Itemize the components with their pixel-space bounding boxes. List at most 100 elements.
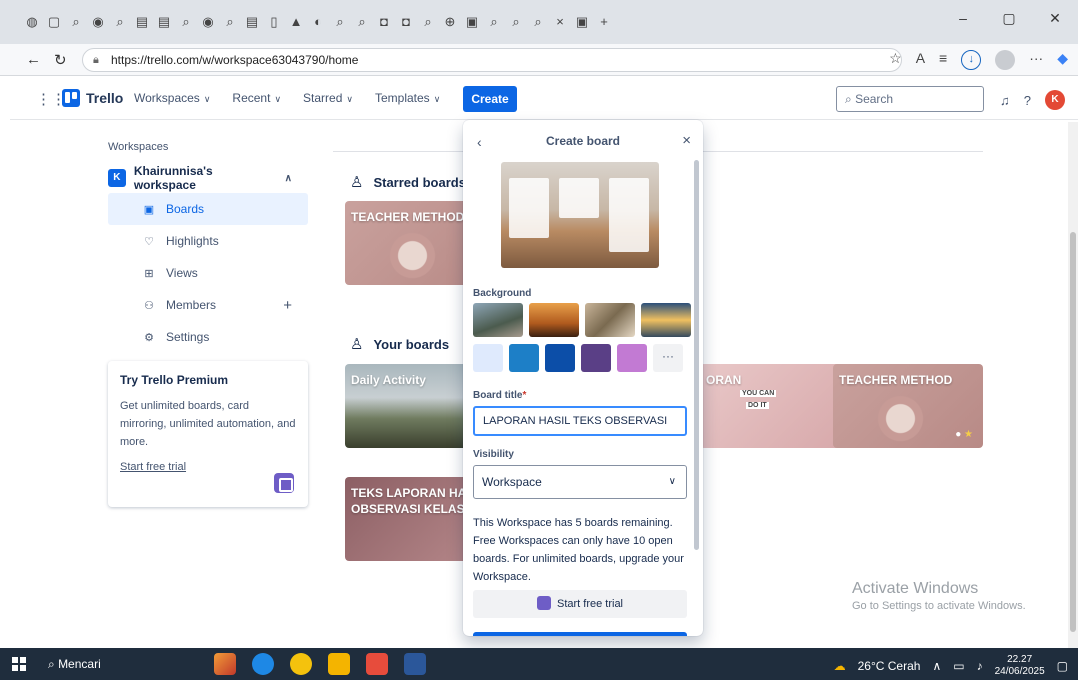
- board-tile-laporan[interactable]: ORAN YOU CAN DO IT: [700, 364, 850, 448]
- start-free-trial-link[interactable]: Start free trial: [120, 461, 296, 473]
- help-icon[interactable]: ?: [1024, 93, 1031, 108]
- back-icon[interactable]: ←: [26, 51, 41, 68]
- sidebar-item-highlights[interactable]: ♡ Highlights: [108, 225, 308, 257]
- background-color-option[interactable]: [545, 344, 575, 372]
- create-button[interactable]: Create: [463, 86, 517, 112]
- taskbar-search[interactable]: ⌕ Mencari: [48, 657, 101, 672]
- background-photo-option[interactable]: [473, 303, 523, 337]
- sidebar-item-views[interactable]: ⊞ Views: [108, 257, 308, 289]
- close-icon[interactable]: ×: [682, 132, 691, 149]
- notifications-icon[interactable]: ▢: [1057, 659, 1068, 673]
- tab-favicon-icon[interactable]: ⌕: [530, 14, 546, 30]
- url-field[interactable]: 🔒︎ https://trello.com/w/workspace6304379…: [82, 48, 902, 72]
- tab-favicon-icon[interactable]: ▲: [288, 14, 304, 30]
- office-icon[interactable]: [366, 653, 388, 675]
- tab-favicon-icon[interactable]: ▣: [574, 14, 590, 30]
- tab-favicon-icon[interactable]: ◘: [398, 14, 414, 30]
- tab-favicon-icon[interactable]: ⌕: [332, 14, 348, 30]
- new-tab-icon[interactable]: +: [596, 14, 612, 30]
- preview-list: [559, 178, 599, 218]
- background-color-option[interactable]: [617, 344, 647, 372]
- more-icon[interactable]: ···: [1029, 50, 1043, 70]
- avatar[interactable]: K: [1044, 90, 1065, 110]
- tab-favicon-icon[interactable]: ⌕: [420, 14, 436, 30]
- start-free-trial-button[interactable]: Start free trial: [473, 590, 687, 618]
- clock[interactable]: 22.27 24/06/2025: [995, 654, 1045, 678]
- file-explorer-icon[interactable]: [328, 653, 350, 675]
- tab-favicon-icon[interactable]: ◍: [24, 14, 40, 30]
- url-text: https://trello.com/w/workspace63043790/h…: [111, 53, 359, 67]
- word-icon[interactable]: [404, 653, 426, 675]
- battery-icon[interactable]: ▭: [953, 659, 964, 673]
- background-photo-option[interactable]: [641, 303, 691, 337]
- nav-workspaces[interactable]: Workspaces ∨: [134, 91, 210, 105]
- popover-scrollbar[interactable]: [694, 160, 699, 550]
- tab-favicon-icon[interactable]: ⌕: [354, 14, 370, 30]
- volume-icon[interactable]: ♪: [977, 659, 983, 673]
- page-scrollbar[interactable]: [1068, 122, 1078, 648]
- tab-favicon-icon[interactable]: ◘: [376, 14, 392, 30]
- tab-favicon-icon[interactable]: ▤: [134, 14, 150, 30]
- tab-favicon-icon[interactable]: ⌕: [178, 14, 194, 30]
- background-photo-option[interactable]: [529, 303, 579, 337]
- favorite-star-icon[interactable]: ☆: [889, 50, 902, 70]
- app-name: Trello: [86, 90, 124, 106]
- favorites-icon[interactable]: ≡: [939, 50, 947, 70]
- scrollbar-thumb[interactable]: [1070, 232, 1076, 632]
- nav-recent[interactable]: Recent ∨: [232, 91, 281, 105]
- tab-close-icon[interactable]: ×: [552, 14, 568, 30]
- nav-templates[interactable]: Templates ∨: [375, 91, 440, 105]
- sidebar-item-boards[interactable]: ▣ Boards: [108, 193, 308, 225]
- trello-logo[interactable]: Trello: [62, 89, 123, 107]
- tab-favicon-icon[interactable]: ⌕: [486, 14, 502, 30]
- tab-favicon-icon[interactable]: ⌕: [508, 14, 524, 30]
- minimize-icon[interactable]: –: [940, 10, 986, 27]
- tab-favicon-icon[interactable]: ⌕: [68, 14, 84, 30]
- tab-favicon-icon[interactable]: ⌕: [112, 14, 128, 30]
- maximize-icon[interactable]: ▢: [986, 10, 1032, 27]
- tab-favicon-icon[interactable]: ◉: [200, 14, 216, 30]
- add-member-icon[interactable]: +: [283, 297, 292, 314]
- chrome-icon[interactable]: [290, 653, 312, 675]
- tab-favicon-icon[interactable]: ▢: [46, 14, 62, 30]
- nav-starred[interactable]: Starred ∨: [303, 91, 353, 105]
- tab-favicon-icon[interactable]: ◐: [310, 14, 326, 30]
- address-bar-row: ← ↻ 🔒︎ https://trello.com/w/workspace630…: [0, 44, 1078, 76]
- sidebar-item-settings[interactable]: ⚙ Settings: [108, 321, 308, 353]
- read-aloud-icon[interactable]: A: [916, 50, 925, 70]
- windows-start-icon[interactable]: [12, 657, 26, 671]
- browser-tab-strip: ◍ ▢ ⌕ ◉ ⌕ ▤ ▤ ⌕ ◉ ⌕ ▤ ▯ ▲ ◐ ⌕ ⌕ ◘ ◘ ⌕ ⊕ …: [0, 0, 1078, 44]
- search-input[interactable]: ⌕ Search: [836, 86, 984, 112]
- download-icon[interactable]: ↓: [961, 50, 982, 70]
- background-color-option[interactable]: [509, 344, 539, 372]
- tab-favicon-icon[interactable]: ⌕: [222, 14, 238, 30]
- tray-chevron-icon[interactable]: ∧: [932, 659, 941, 673]
- taskbar-app-icon[interactable]: [214, 653, 236, 675]
- refresh-icon[interactable]: ↻: [54, 51, 67, 69]
- create-board-submit-button[interactable]: [473, 632, 687, 636]
- notifications-bell-icon[interactable]: ♫: [1000, 93, 1010, 108]
- close-window-icon[interactable]: ✕: [1032, 10, 1078, 27]
- tab-favicon-icon[interactable]: ◉: [90, 14, 106, 30]
- more-backgrounds-button[interactable]: ···: [653, 344, 683, 372]
- background-color-option[interactable]: [473, 344, 503, 372]
- tab-favicon-icon[interactable]: ▣: [464, 14, 480, 30]
- workspace-toggle[interactable]: K Khairunnisa's workspace ∧: [108, 163, 308, 193]
- profile-icon[interactable]: [995, 50, 1016, 70]
- board-title-input[interactable]: LAPORAN HASIL TEKS OBSERVASI: [473, 406, 687, 436]
- tab-favicon-icon[interactable]: ▤: [244, 14, 260, 30]
- board-tile-teacher-method[interactable]: TEACHER METHOD ● ★: [833, 364, 983, 448]
- background-photo-option[interactable]: [585, 303, 635, 337]
- chevron-down-icon: ∨: [668, 476, 676, 487]
- star-icon[interactable]: ● ★: [955, 429, 973, 440]
- browser-tabs[interactable]: ◍ ▢ ⌕ ◉ ⌕ ▤ ▤ ⌕ ◉ ⌕ ▤ ▯ ▲ ◐ ⌕ ⌕ ◘ ◘ ⌕ ⊕ …: [24, 14, 612, 30]
- sidebar-item-members[interactable]: ⚇ Members +: [108, 289, 308, 321]
- tab-favicon-icon[interactable]: ▤: [156, 14, 172, 30]
- tab-favicon-icon[interactable]: ▯: [266, 14, 282, 30]
- background-color-option[interactable]: [581, 344, 611, 372]
- copilot-icon[interactable]: ◆: [1057, 50, 1068, 70]
- weather-text[interactable]: 26°C Cerah: [858, 659, 921, 673]
- edge-icon[interactable]: [252, 653, 274, 675]
- visibility-select[interactable]: Workspace ∨: [473, 465, 687, 499]
- tab-favicon-icon[interactable]: ⊕: [442, 14, 458, 30]
